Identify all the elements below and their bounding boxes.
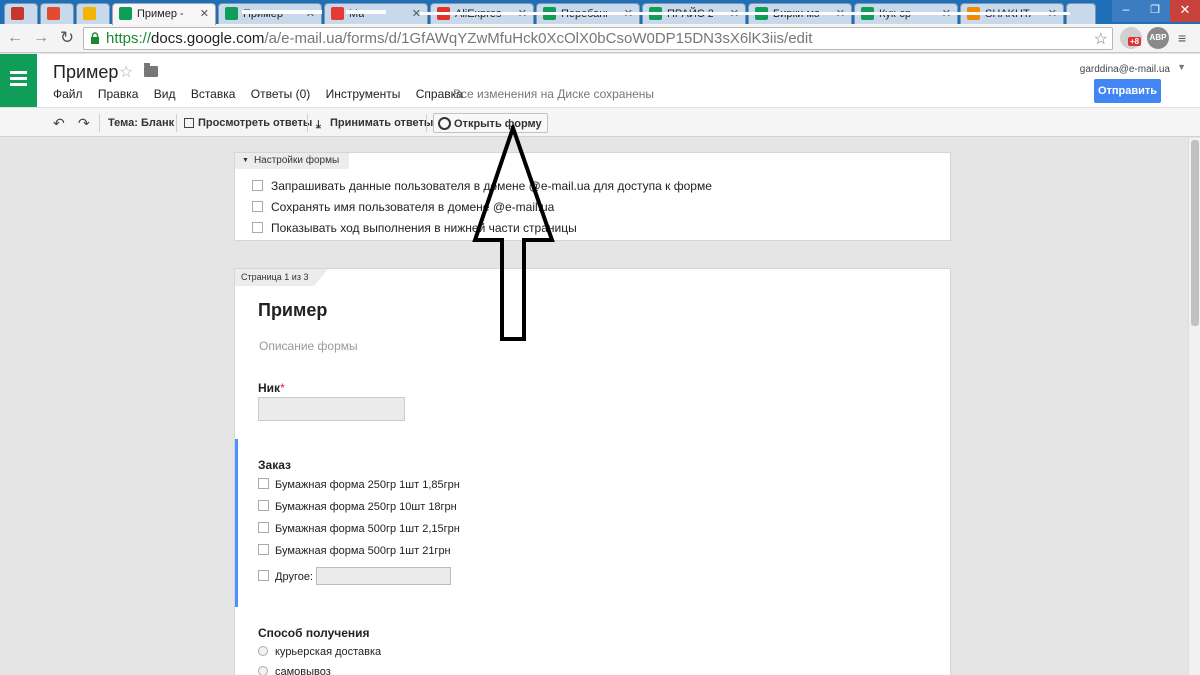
chevron-down-icon[interactable]: ▼ [1177,62,1186,72]
account-email[interactable]: garddina@e-mail.ua [1080,64,1170,75]
download-icon: ⤓ [316,119,321,131]
editor-canvas: ▼ Настройки формы Запрашивать данные поль… [0,138,1188,675]
theme-button[interactable]: Тема: Бланк [108,113,174,133]
checkbox[interactable] [258,478,269,489]
form-page-card: Страница 1 из 3 Пример Описание формы Ни… [234,268,951,675]
question-order-label[interactable]: Заказ [258,458,291,472]
forms-icon [225,7,238,20]
save-status: Все изменения на Диске сохранены [453,87,655,101]
order-option-other[interactable]: Другое: [258,567,452,585]
extension-icon[interactable]: +8 [1120,27,1142,49]
delivery-option[interactable]: самовывоз [258,666,331,675]
question-delivery-label[interactable]: Способ получения [258,626,370,640]
menu-icon[interactable]: ≡ [1178,30,1186,46]
menu-tools[interactable]: Инструменты [326,87,401,101]
form-description[interactable]: Описание формы [259,339,358,353]
divider [99,114,100,132]
tab-title: Ма [349,8,365,20]
form-settings-header[interactable]: ▼ Настройки формы [235,153,350,169]
radio-button[interactable] [258,646,268,656]
new-tab-button[interactable] [1066,3,1096,24]
checkbox[interactable] [252,201,263,212]
page-indicator: Страница 1 из 3 [235,269,330,286]
maximize-button[interactable]: ❐ [1140,0,1170,22]
order-option[interactable]: Бумажная форма 500гр 1шт 21грн [258,544,451,557]
menu-file[interactable]: Файл [53,87,83,101]
address-bar[interactable]: https://docs.google.com/a/e-mail.ua/form… [83,27,1113,50]
globe-icon [438,117,451,130]
tab-active-form[interactable]: Пример - G ✕ [112,3,216,25]
menu-bar: Файл Правка Вид Вставка Ответы (0) Инстр… [53,87,475,101]
active-question-indicator [235,439,238,607]
browser-tab-strip: Пример - G ✕ Пример ✕ Ма ✕ AliExpress C … [0,0,1200,25]
forms-icon [119,7,132,20]
forward-arrow-icon[interactable]: → [31,28,51,48]
undo-icon[interactable]: ↶ [53,113,65,133]
required-marker: * [280,381,285,395]
scrollbar-thumb[interactable] [1191,140,1199,326]
tab-title: Пример [243,8,283,20]
tab-gmail[interactable] [4,3,38,24]
nick-text-input[interactable] [258,397,405,421]
reload-icon[interactable]: ↻ [57,28,77,48]
browser-toolbar: ← → ↻ https://docs.google.com/a/e-mail.u… [0,24,1200,53]
question-nick-label[interactable]: Ник* [258,381,285,395]
order-option[interactable]: Бумажная форма 250гр 1шт 1,85грн [258,478,460,491]
tab-drive[interactable] [76,3,110,24]
collapse-triangle-icon: ▼ [242,157,249,164]
forms-logo-icon[interactable] [0,54,37,107]
redaction-line [242,10,322,14]
send-button[interactable]: Отправить [1094,79,1161,103]
tab-title: Пример - G [137,8,183,20]
redaction-line [420,12,1070,15]
divider [307,114,308,132]
folder-icon[interactable] [144,63,158,77]
url-text: https://docs.google.com/a/e-mail.ua/form… [106,30,813,47]
delivery-option[interactable]: курьерская доставка [258,646,381,658]
annotation-arrow-icon [472,125,555,341]
back-arrow-icon[interactable]: ← [5,28,25,48]
tab-app[interactable] [40,3,74,24]
menu-view[interactable]: Вид [154,87,176,101]
close-icon[interactable]: ✕ [306,4,315,24]
form-title[interactable]: Пример [258,300,327,321]
other-text-input[interactable] [316,567,452,585]
divider [176,114,177,132]
extension-badge: +8 [1128,37,1142,46]
red-app-icon [47,7,60,20]
menu-insert[interactable]: Вставка [191,87,236,101]
checkbox[interactable] [258,544,269,555]
accept-responses-button[interactable]: ⤓ Принимать ответы [316,113,433,133]
checkbox[interactable] [252,222,263,233]
redo-icon[interactable]: ↷ [78,113,90,133]
minimize-button[interactable]: – [1112,0,1140,22]
divider [426,114,427,132]
adblock-icon[interactable]: ABP [1147,27,1169,49]
bookmark-star-icon[interactable]: ☆ [1094,29,1108,49]
checkbox[interactable] [258,522,269,533]
document-title[interactable]: Пример [53,62,118,83]
menu-responses[interactable]: Ответы (0) [251,87,310,101]
close-icon[interactable]: ✕ [200,4,209,24]
gmail-icon [11,7,24,20]
drive-icon [83,7,96,20]
red-store-icon [331,7,344,20]
table-icon [184,118,194,128]
lock-icon [91,32,99,44]
form-settings-panel: ▼ Настройки формы Запрашивать данные поль… [234,152,951,241]
view-responses-button[interactable]: Просмотреть ответы [184,113,312,133]
editor-toolbar: ↶ ↷ Тема: Бланк Просмотреть ответы ⤓ При… [0,107,1200,137]
order-option[interactable]: Бумажная форма 250гр 10шт 18грн [258,500,457,513]
checkbox[interactable] [252,180,263,191]
checkbox[interactable] [258,570,269,581]
docs-header: Пример ☆ Файл Правка Вид Вставка Ответы … [0,54,1200,107]
vertical-scrollbar[interactable] [1188,138,1200,675]
close-window-button[interactable]: ✕ [1170,0,1200,22]
radio-button[interactable] [258,666,268,675]
order-option[interactable]: Бумажная форма 500гр 1шт 2,15грн [258,522,460,535]
star-icon[interactable]: ☆ [119,62,133,82]
checkbox[interactable] [258,500,269,511]
redaction-line [346,10,386,14]
menu-edit[interactable]: Правка [98,87,139,101]
